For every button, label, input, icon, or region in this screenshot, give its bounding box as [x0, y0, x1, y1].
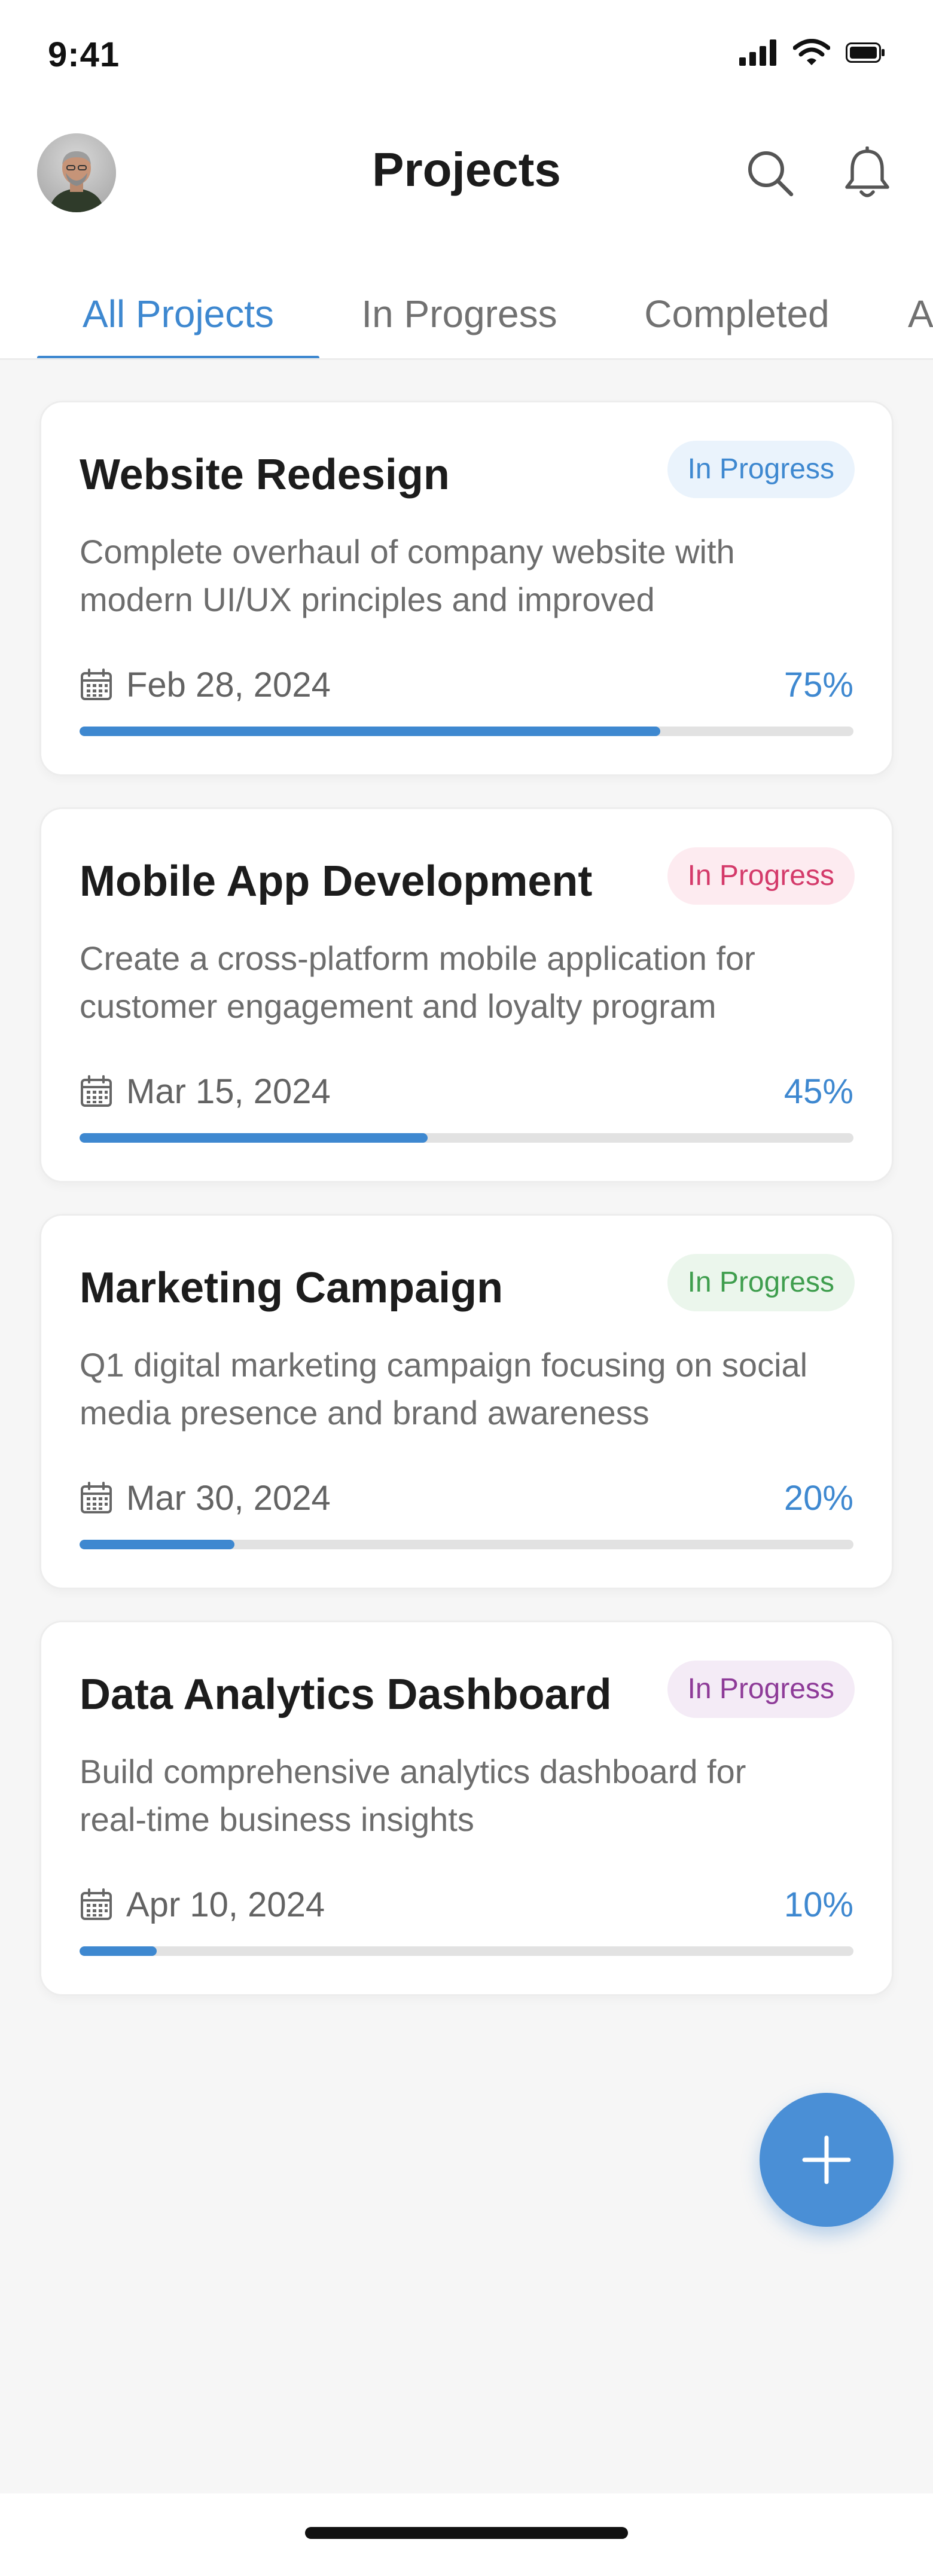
- due-date: Apr 10, 2024: [80, 1885, 325, 1925]
- progress-fill: [80, 727, 660, 736]
- progress-percent: 45%: [783, 1072, 853, 1111]
- filter-tabs: All Projects In Progress Completed Archi…: [0, 257, 933, 360]
- project-description: Q1 digital marketing campaign focusing o…: [80, 1346, 808, 1432]
- bell-icon: [845, 146, 889, 197]
- progress-fill: [80, 1133, 428, 1143]
- progress-percent: 75%: [783, 665, 853, 704]
- tab-archived[interactable]: Archived: [908, 274, 933, 352]
- status-bar: 9:41: [0, 0, 933, 102]
- tab-all-projects[interactable]: All Projects: [37, 274, 319, 352]
- project-title: Marketing Campaign: [80, 1264, 504, 1312]
- tab-completed[interactable]: Completed: [617, 274, 856, 352]
- calendar-icon: [81, 1075, 112, 1107]
- project-title: Website Redesign: [80, 451, 450, 499]
- status-badge: In Progress: [667, 1661, 855, 1718]
- due-date-text: Mar 30, 2024: [126, 1478, 331, 1518]
- progress-bar: [80, 727, 853, 736]
- project-card[interactable]: Website Redesign In Progress Complete ov…: [39, 401, 894, 776]
- project-card[interactable]: Mobile App Development In Progress Creat…: [39, 807, 894, 1183]
- due-date: Mar 30, 2024: [80, 1478, 331, 1518]
- status-badge: In Progress: [667, 441, 855, 498]
- status-icons: [739, 36, 885, 69]
- progress-bar: [80, 1540, 853, 1549]
- progress-bar: [80, 1946, 853, 1956]
- active-tab-indicator: [37, 356, 319, 358]
- due-date: Feb 28, 2024: [80, 665, 331, 705]
- wifi-icon: [793, 39, 830, 65]
- project-title: Data Analytics Dashboard: [80, 1671, 612, 1719]
- cellular-signal-icon: [739, 39, 776, 66]
- app-header: Projects: [0, 102, 933, 257]
- calendar-icon: [81, 1482, 112, 1513]
- notifications-button[interactable]: [837, 144, 897, 203]
- progress-percent: 10%: [783, 1885, 853, 1924]
- project-meta: Mar 15, 2024 45%: [80, 1067, 853, 1115]
- due-date-text: Mar 15, 2024: [126, 1072, 331, 1111]
- project-meta: Apr 10, 2024 10%: [80, 1881, 853, 1928]
- calendar-icon: [81, 1888, 112, 1920]
- due-date-text: Apr 10, 2024: [126, 1885, 325, 1924]
- add-project-button[interactable]: [760, 2093, 894, 2227]
- project-meta: Feb 28, 2024 75%: [80, 661, 853, 709]
- project-description: Create a cross-platform mobile applicati…: [80, 939, 755, 1025]
- status-badge: In Progress: [667, 847, 855, 905]
- home-indicator-area: [0, 2493, 933, 2576]
- project-card[interactable]: Data Analytics Dashboard In Progress Bui…: [39, 1620, 894, 1996]
- home-indicator[interactable]: [305, 2527, 628, 2539]
- project-meta: Mar 30, 2024 20%: [80, 1474, 853, 1522]
- project-description: Complete overhaul of company website wit…: [80, 533, 735, 618]
- search-icon: [748, 151, 794, 197]
- due-date-text: Feb 28, 2024: [126, 665, 331, 704]
- calendar-icon: [81, 669, 112, 700]
- progress-fill: [80, 1946, 157, 1956]
- due-date: Mar 15, 2024: [80, 1072, 331, 1112]
- progress-percent: 20%: [783, 1478, 853, 1518]
- status-badge: In Progress: [667, 1254, 855, 1311]
- tab-in-progress[interactable]: In Progress: [340, 274, 579, 352]
- project-title: Mobile App Development: [80, 857, 593, 905]
- project-card[interactable]: Marketing Campaign In Progress Q1 digita…: [39, 1214, 894, 1589]
- battery-icon: [846, 42, 885, 63]
- plus-icon: [802, 2135, 851, 2184]
- status-time: 9:41: [48, 35, 120, 74]
- progress-fill: [80, 1540, 234, 1549]
- progress-bar: [80, 1133, 853, 1143]
- project-description: Build comprehensive analytics dashboard …: [80, 1753, 746, 1838]
- search-button[interactable]: [740, 144, 800, 203]
